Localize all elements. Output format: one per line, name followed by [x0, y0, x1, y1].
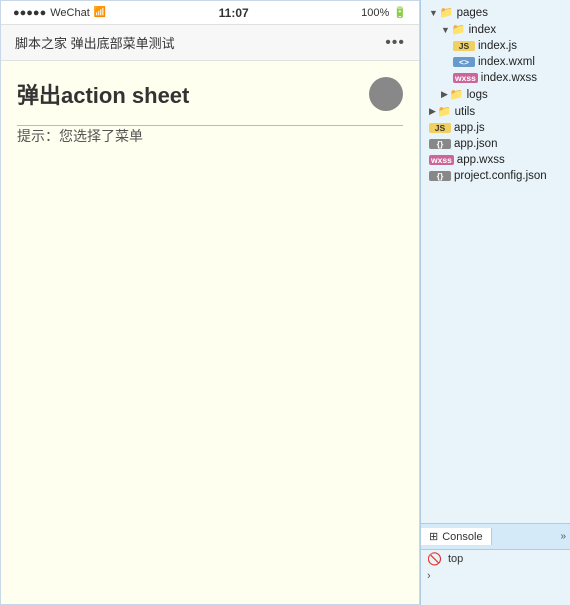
phone-panel: ●●●●● WeChat 📶 11:07 100% 🔋 脚本之家 弹出底部菜单测… — [0, 0, 420, 605]
tree-label: app.js — [454, 122, 485, 134]
signal-icon: ●●●●● — [13, 7, 46, 19]
tree-item-index-wxss[interactable]: wxss index.wxss — [421, 70, 570, 86]
tree-label: app.wxss — [457, 154, 505, 166]
tree-item-project-json[interactable]: {} project.config.json — [421, 168, 570, 184]
arrow-icon: ▶ — [441, 89, 448, 100]
wxss-badge: wxss — [453, 73, 478, 83]
folder-icon: 📁 — [438, 105, 452, 118]
console-input[interactable] — [435, 570, 525, 582]
tree-label: index — [469, 24, 497, 36]
json-badge: {} — [429, 139, 451, 149]
tree-item-app-js[interactable]: JS app.js — [421, 120, 570, 136]
tree-item-utils[interactable]: ▶ 📁 utils — [421, 103, 570, 120]
tree-label: logs — [467, 89, 488, 101]
wxss-badge: wxss — [429, 155, 454, 165]
console-text: top — [448, 553, 463, 565]
hint-text: 提示：您选择了菜单 — [17, 126, 403, 146]
tree-label: app.json — [454, 138, 497, 150]
nav-bar: 脚本之家 弹出底部菜单测试 ••• — [1, 25, 419, 61]
tree-label: project.config.json — [454, 170, 547, 182]
arrow-icon: ▼ — [441, 25, 450, 35]
chevron-icon: › — [427, 570, 431, 582]
wifi-icon: 📶 — [94, 7, 106, 18]
status-time: 11:07 — [219, 6, 249, 20]
tab-label: Console — [442, 531, 482, 543]
battery-percent: 100% — [361, 7, 389, 19]
nav-title: 脚本之家 弹出底部菜单测试 — [15, 33, 175, 52]
tab-console[interactable]: ⊞ Console — [421, 528, 492, 545]
tab-expand-icon[interactable]: » — [560, 531, 570, 542]
folder-icon: 📁 — [440, 6, 454, 19]
file-tree: ▼ 📁 pages ▼ 📁 index JS index.js <> index… — [421, 0, 570, 523]
status-bar-left: ●●●●● WeChat 📶 — [13, 7, 106, 19]
phone-content: 弹出action sheet 提示：您选择了菜单 — [1, 61, 419, 604]
action-sheet-title: 弹出action sheet — [17, 77, 403, 111]
tree-item-app-json[interactable]: {} app.json — [421, 136, 570, 152]
arrow-icon: ▼ — [429, 8, 438, 18]
bottom-tabs: ⊞ Console » — [421, 524, 570, 550]
json-badge: {} — [429, 171, 451, 181]
tree-item-app-wxss[interactable]: wxss app.wxss — [421, 152, 570, 168]
tree-label: index.wxss — [481, 72, 537, 84]
tree-item-index[interactable]: ▼ 📁 index — [421, 21, 570, 38]
console-block-icon: 🚫 — [427, 552, 442, 566]
tree-item-pages[interactable]: ▼ 📁 pages — [421, 4, 570, 21]
file-panel: ▼ 📁 pages ▼ 📁 index JS index.js <> index… — [420, 0, 570, 605]
tree-item-index-js[interactable]: JS index.js — [421, 38, 570, 54]
js-badge: JS — [453, 41, 475, 51]
tree-label: pages — [457, 7, 488, 19]
console-input-row[interactable]: › — [427, 568, 564, 582]
tab-icon: ⊞ — [429, 530, 438, 543]
folder-icon: 📁 — [450, 88, 464, 101]
carrier-label: WeChat — [50, 7, 90, 19]
folder-icon: 📁 — [452, 23, 466, 36]
xml-badge: <> — [453, 57, 475, 67]
tree-label: index.wxml — [478, 56, 535, 68]
status-bar-right: 100% 🔋 — [361, 6, 407, 19]
bottom-panel: ⊞ Console » 🚫 top › — [421, 523, 570, 605]
tree-label: index.js — [478, 40, 517, 52]
console-area: 🚫 top › — [421, 550, 570, 605]
arrow-icon: ▶ — [429, 106, 436, 117]
tree-label: utils — [455, 106, 475, 118]
console-row: 🚫 top — [427, 552, 564, 566]
tree-item-logs[interactable]: ▶ 📁 logs — [421, 86, 570, 103]
battery-icon: 🔋 — [393, 6, 407, 19]
js-badge: JS — [429, 123, 451, 133]
tree-item-index-wxml[interactable]: <> index.wxml — [421, 54, 570, 70]
nav-dots[interactable]: ••• — [385, 34, 405, 52]
status-bar: ●●●●● WeChat 📶 11:07 100% 🔋 — [1, 1, 419, 25]
